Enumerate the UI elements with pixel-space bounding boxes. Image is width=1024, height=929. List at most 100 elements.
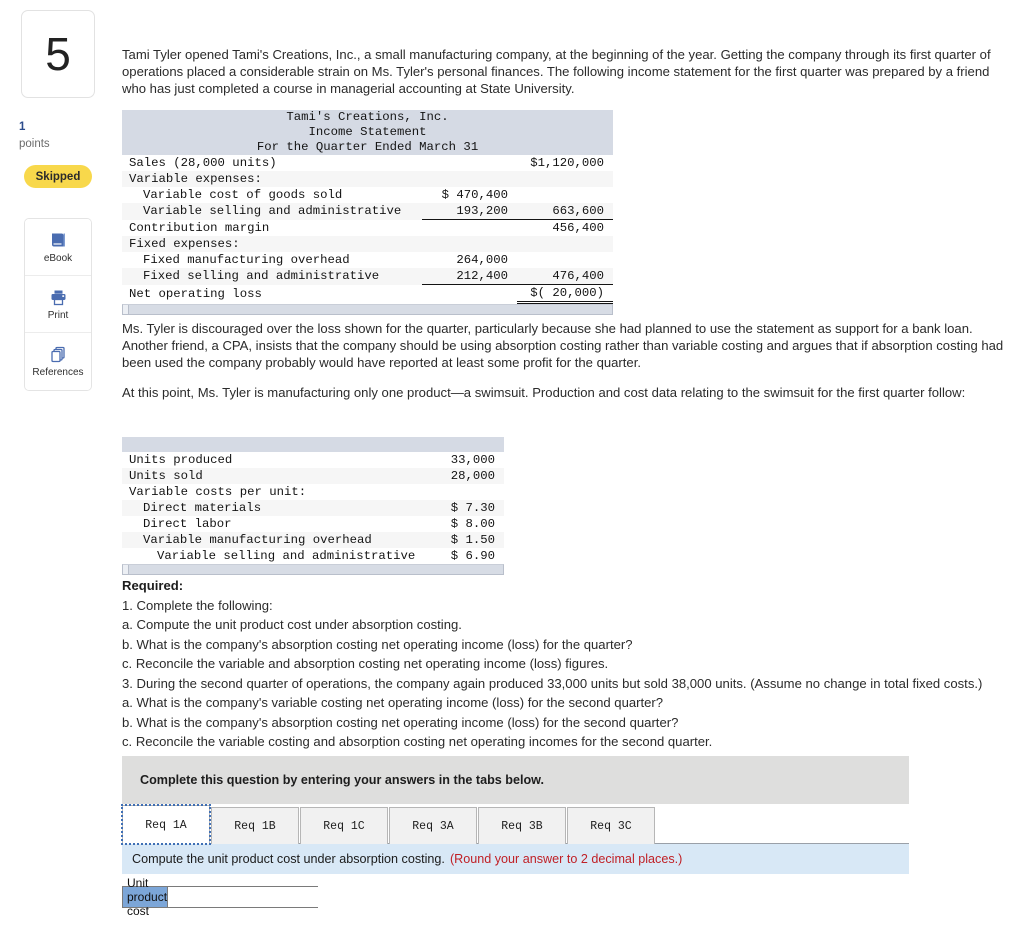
question-content: Tami Tyler opened Tami's Creations, Inc.… (121, 0, 1024, 929)
cost-data-table: Units produced 33,000 Units sold 28,000 Vari… (122, 437, 505, 564)
row-value (422, 484, 505, 500)
income-statement-scrollbar[interactable] (122, 304, 613, 315)
row-label: Variable cost of goods sold (122, 187, 422, 203)
question-tools: eBook Print References (24, 218, 92, 391)
unit-product-cost-label: Unit product cost (123, 876, 169, 918)
references-icon (49, 345, 68, 364)
row-value-col1: 193,200 (422, 203, 517, 220)
table-row: Units produced 33,000 (122, 452, 505, 468)
income-statement-table-wrap: Tami's Creations, Inc. Income Statement Fo… (122, 110, 614, 315)
tab-req-1a[interactable]: Req 1A (121, 804, 211, 845)
row-value-col2: 476,400 (517, 268, 614, 285)
table-row: Variable selling and administrative $ 6.9… (122, 548, 505, 564)
tab-req-3c[interactable]: Req 3C (567, 807, 655, 844)
row-value-col1: $ 470,400 (422, 187, 517, 203)
prompt-note: (Round your answer to 2 decimal places.) (449, 852, 683, 866)
row-label: Units produced (122, 452, 422, 468)
row-value-col1 (422, 155, 517, 171)
table-row: Units sold 28,000 (122, 468, 505, 484)
status-badge: Skipped (24, 165, 92, 188)
table-row: Variable cost of goods sold $ 470,400 (122, 187, 614, 203)
references-button[interactable]: References (25, 333, 91, 390)
required-title: Required: (122, 578, 184, 593)
row-label: Fixed selling and administrative (122, 268, 422, 285)
row-value-col2: 663,600 (517, 203, 614, 220)
references-label: References (32, 367, 84, 378)
discouraged-paragraph: Ms. Tyler is discouraged over the loss s… (122, 321, 1004, 371)
cost-data-scrollbar[interactable] (122, 564, 504, 575)
row-label: Units sold (122, 468, 422, 484)
row-value-col1: 264,000 (422, 252, 517, 268)
row-label: Variable selling and administrative (122, 548, 422, 564)
row-value-col1 (422, 171, 517, 187)
table-row: Contribution margin 456,400 (122, 219, 614, 236)
table-row: Variable selling and administrative 193,2… (122, 203, 614, 220)
row-value-col2 (517, 252, 614, 268)
statement-header-row: Tami's Creations, Inc. (122, 110, 614, 125)
row-value-col1: 212,400 (422, 268, 517, 285)
row-label: Sales (28,000 units) (122, 155, 422, 171)
print-label: Print (47, 309, 69, 321)
unit-product-cost-row: Unit product cost (122, 876, 330, 918)
tab-req-3a[interactable]: Req 3A (389, 807, 477, 844)
ebook-icon (49, 231, 68, 250)
unit-product-cost-input[interactable] (168, 887, 330, 907)
question-sidebar: 5 1 points Skipped eBook Print Reference… (0, 0, 118, 929)
ebook-button[interactable]: eBook (25, 219, 91, 276)
required-line: 3. During the second quarter of operatio… (122, 675, 983, 691)
row-label: Variable manufacturing overhead (122, 532, 422, 548)
row-value-col2: $1,120,000 (517, 155, 614, 171)
row-label: Fixed manufacturing overhead (122, 252, 422, 268)
required-line: c. Reconcile the variable costing and ab… (122, 734, 713, 749)
row-value-col2 (517, 187, 614, 203)
answer-panel: Complete this question by entering your … (121, 756, 909, 918)
ebook-label: eBook (43, 252, 73, 264)
row-value: 33,000 (422, 452, 505, 468)
table-row: Net operating loss $( 20,000) (122, 284, 614, 304)
required-line: c. Reconcile the variable and absorption… (122, 656, 609, 671)
row-label: Variable selling and administrative (122, 203, 422, 220)
table-row: Fixed selling and administrative 212,400 4… (122, 268, 614, 285)
table-row: Direct labor $ 8.00 (122, 516, 505, 532)
table-row: Fixed manufacturing overhead 264,000 (122, 252, 614, 268)
row-value: $ 8.00 (422, 516, 505, 532)
tab-req-3b[interactable]: Req 3B (478, 807, 566, 844)
tab-req-1c[interactable]: Req 1C (300, 807, 388, 844)
row-value-col1 (422, 284, 517, 303)
table-row: Variable expenses: (122, 171, 614, 187)
intro-paragraph: Tami Tyler opened Tami's Creations, Inc.… (122, 47, 991, 97)
row-value-col2 (517, 236, 614, 252)
points-label: points (19, 138, 50, 150)
row-label: Contribution margin (122, 219, 422, 236)
table-row: Variable costs per unit: (122, 484, 505, 500)
requirement-tabs: Req 1A Req 1B Req 1C Req 3A Req 3B Req 3C (121, 804, 909, 845)
row-value-col2: $( 20,000) (517, 284, 614, 304)
print-button[interactable]: Print (25, 276, 91, 333)
row-label: Direct labor (122, 516, 422, 532)
points-value: 1 (19, 121, 26, 133)
tab-req-1b[interactable]: Req 1B (211, 807, 299, 844)
row-value-col2 (517, 171, 614, 187)
row-value-col1 (422, 236, 517, 252)
row-value: 28,000 (422, 468, 505, 484)
requirement-prompt: Compute the unit product cost under abso… (122, 844, 909, 874)
row-label: Variable costs per unit: (122, 484, 422, 500)
statement-header-row: For the Quarter Ended March 31 (122, 140, 614, 155)
income-statement-table: Tami's Creations, Inc. Income Statement Fo… (122, 110, 614, 304)
table-row: Direct materials $ 7.30 (122, 500, 505, 516)
required-section: Required: 1. Complete the following: a. C… (122, 576, 1008, 752)
cost-data-table-wrap: Units produced 33,000 Units sold 28,000 Vari… (122, 437, 505, 575)
row-label: Variable expenses: (122, 171, 422, 187)
statement-header-row: Income Statement (122, 125, 614, 140)
table-row: Sales (28,000 units) $1,120,000 (122, 155, 614, 171)
statement-header-line: For the Quarter Ended March 31 (122, 140, 614, 155)
required-line: b. What is the company's absorption cost… (122, 714, 679, 730)
swimsuit-paragraph: At this point, Ms. Tyler is manufacturin… (122, 385, 966, 400)
row-label: Net operating loss (122, 284, 422, 303)
required-line: a. What is the company's variable costin… (122, 695, 664, 710)
required-line: b. What is the company's absorption cost… (122, 636, 633, 652)
row-value-col2: 456,400 (517, 219, 614, 236)
required-line: a. Compute the unit product cost under a… (122, 617, 462, 632)
question-number-box: 5 (21, 10, 95, 98)
panel-banner: Complete this question by entering your … (122, 756, 909, 804)
